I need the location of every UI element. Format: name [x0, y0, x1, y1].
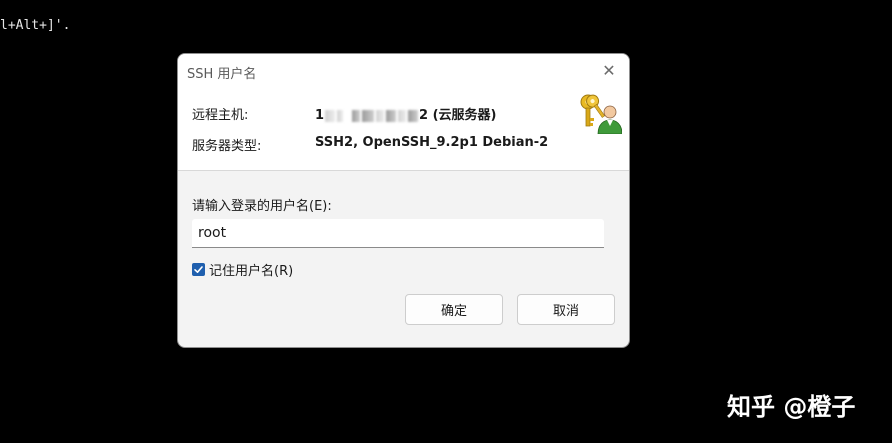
remote-host-value: 1 2 (云服务器)	[315, 104, 497, 123]
remember-username-label: 记住用户名(R)	[209, 263, 294, 279]
keys-user-icon	[580, 94, 622, 134]
redacted-block	[325, 109, 336, 122]
remote-host-prefix: 1	[315, 108, 325, 123]
username-prompt-label: 请输入登录的用户名(E):	[192, 199, 332, 214]
ssh-username-dialog: SSH 用户名 ✕ 远程主机: 1 2 (云服务器) 服务器类型: SSH2, O…	[177, 53, 630, 348]
server-type-label: 服务器类型:	[192, 139, 262, 154]
close-button[interactable]: ✕	[598, 60, 620, 82]
redacted-block	[352, 109, 361, 122]
checkmark-icon	[194, 265, 203, 273]
watermark-text: 知乎 @橙子	[727, 393, 856, 421]
redacted-block	[398, 109, 407, 122]
cancel-button[interactable]: 取消	[517, 294, 615, 325]
redacted-block	[376, 109, 385, 122]
remember-username-checkbox[interactable]	[192, 262, 205, 276]
remote-host-suffix: 2 (云服务器)	[419, 108, 497, 123]
redacted-block	[362, 109, 375, 122]
username-input[interactable]	[192, 219, 604, 248]
redacted-block	[408, 109, 419, 122]
remember-username-checkbox-row[interactable]: 记住用户名(R)	[192, 260, 294, 279]
redacted-block	[386, 109, 397, 122]
server-type-value: SSH2, OpenSSH_9.2p1 Debian-2	[315, 135, 549, 150]
ok-button[interactable]: 确定	[405, 294, 503, 325]
terminal-text-line: l+Alt+]'.	[0, 18, 71, 33]
dialog-header-panel: SSH 用户名 ✕ 远程主机: 1 2 (云服务器) 服务器类型: SSH2, O…	[178, 54, 629, 171]
dialog-title: SSH 用户名	[187, 67, 257, 82]
redacted-block	[337, 109, 344, 122]
remote-host-label: 远程主机:	[192, 108, 249, 123]
